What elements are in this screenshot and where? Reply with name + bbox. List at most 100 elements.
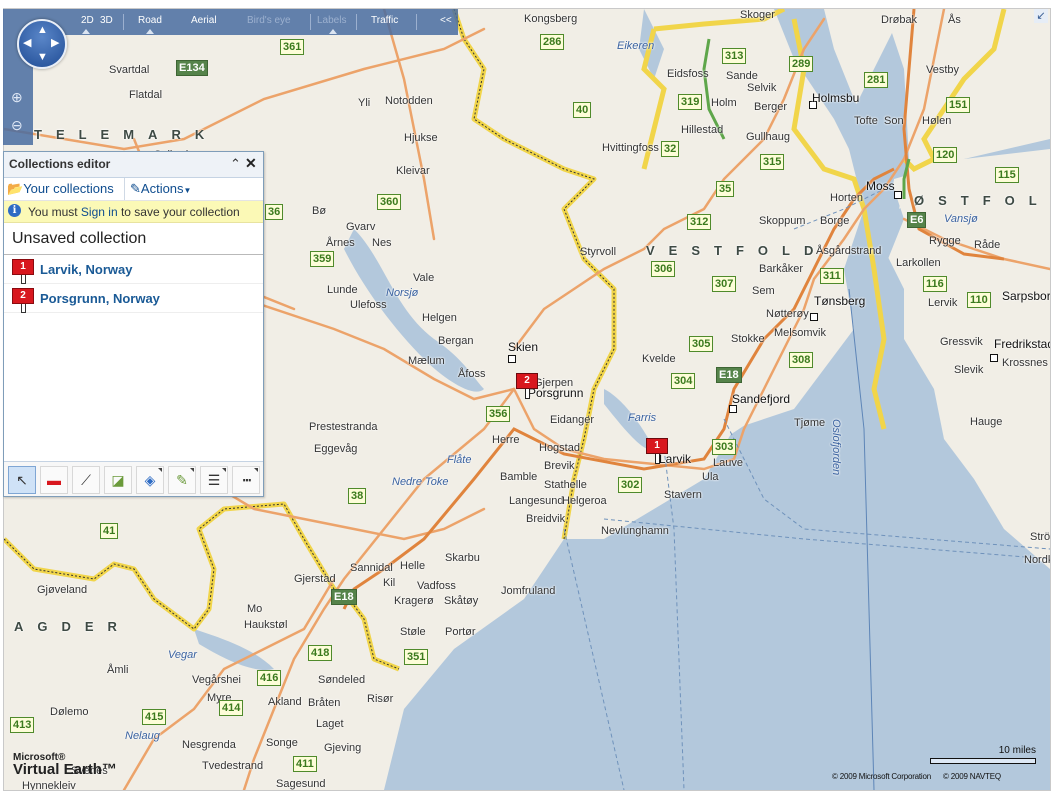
- dropdown-corner: [190, 468, 194, 472]
- place-label: Hjukse: [404, 132, 438, 144]
- place-label: Strö: [1030, 531, 1051, 543]
- road-shield: 315: [760, 154, 785, 170]
- place-label: Tofte: [854, 115, 878, 127]
- draw-polyline-tool[interactable]: ⟋: [72, 466, 100, 494]
- line-width-tool[interactable]: ☰: [200, 466, 228, 494]
- city-label: Sandefjord: [732, 392, 791, 406]
- pushpin-icon: ▬: [47, 472, 61, 488]
- place-label: Mælum: [408, 355, 445, 367]
- water-label: Farris: [628, 412, 657, 424]
- road-shield: 312: [687, 214, 712, 230]
- road-shield: 35: [716, 181, 735, 197]
- place-label: Eidsfoss: [667, 68, 709, 80]
- map-pushpin-larvik[interactable]: 1: [646, 438, 668, 464]
- place-label: Selvik: [747, 82, 777, 94]
- view-3d-button[interactable]: 3D: [100, 15, 113, 26]
- draw-polygon-tool[interactable]: ◪: [104, 466, 132, 494]
- pushpin-icon: 2: [12, 288, 34, 313]
- place-label: Vadfoss: [417, 580, 456, 592]
- panel-title: Collections editor: [9, 157, 111, 171]
- place-label: Gvarv: [346, 221, 376, 233]
- line-color-tool[interactable]: ✎: [168, 466, 196, 494]
- line-style-tool[interactable]: ┅: [232, 466, 260, 494]
- compass-pan-icon[interactable]: ▲ ▼ ◀ ▶: [17, 19, 67, 69]
- collapse-toolbar-button[interactable]: <<: [440, 15, 452, 26]
- place-label: Nøtterøy: [766, 308, 809, 320]
- info-icon: i: [8, 204, 21, 217]
- place-label: Lunde: [327, 284, 358, 296]
- place-label: Portør: [445, 626, 476, 638]
- place-label: Breidvik: [526, 513, 566, 525]
- signin-link[interactable]: Sign in: [81, 205, 118, 219]
- collection-item-link[interactable]: Porsgrunn, Norway: [40, 291, 160, 306]
- pan-right-icon[interactable]: ▶: [51, 38, 59, 49]
- aerial-style-button[interactable]: Aerial: [191, 15, 217, 26]
- road-shield: 304: [671, 373, 696, 389]
- place-label: Nes: [372, 237, 392, 249]
- your-collections-button[interactable]: 📂Your collections: [7, 181, 114, 197]
- collapse-panel-icon[interactable]: ⌃: [230, 156, 241, 172]
- add-pushpin-tool[interactable]: ▬: [40, 466, 68, 494]
- cursor-arrow-icon: ↖: [16, 472, 28, 488]
- labels-toggle[interactable]: Labels: [317, 15, 346, 26]
- fill-color-tool[interactable]: ◈: [136, 466, 164, 494]
- region-label: TELEMARK: [34, 127, 219, 142]
- actions-menu-button[interactable]: ✎Actions▼: [130, 181, 191, 197]
- road-shield: 306: [651, 261, 676, 277]
- place-label: Rygge: [929, 235, 961, 247]
- place-label: Sannidal: [350, 562, 393, 574]
- dropdown-corner: [158, 468, 162, 472]
- road-shield: 40: [573, 102, 592, 118]
- map-pushpin-porsgrunn[interactable]: 2: [516, 373, 538, 399]
- place-label: Risør: [367, 693, 394, 705]
- place-label: Flatdal: [129, 89, 163, 101]
- place-label: Bråten: [308, 697, 341, 709]
- traffic-button[interactable]: Traffic: [371, 15, 398, 26]
- labels-indicator: [329, 29, 337, 34]
- city-marker: [508, 355, 516, 363]
- road-shield: 359: [310, 251, 335, 267]
- place-label: Slevik: [954, 364, 984, 376]
- place-label: Hølen: [922, 115, 952, 127]
- place-label: Yli: [358, 97, 371, 109]
- water-label: Nedre Toke: [392, 476, 449, 488]
- pushpin-icon: 1: [12, 259, 34, 284]
- arrow-down-left-icon[interactable]: ↙: [1034, 9, 1048, 23]
- paint-bucket-icon: ◈: [144, 472, 156, 488]
- place-label: Krossnes: [1002, 357, 1048, 369]
- road-shield: 411: [293, 756, 317, 772]
- view-2d-button[interactable]: 2D: [81, 15, 94, 26]
- dropdown-corner: [254, 468, 258, 472]
- place-label: Laget: [316, 718, 344, 730]
- polygon-icon: ◪: [111, 472, 125, 488]
- road-style-button[interactable]: Road: [138, 15, 162, 26]
- road-shield: 151: [946, 97, 971, 113]
- select-tool[interactable]: ↖: [8, 466, 36, 494]
- city-label: Larvik: [659, 452, 692, 466]
- road-shield: 302: [618, 477, 643, 493]
- divider: [124, 178, 125, 200]
- pan-down-icon[interactable]: ▼: [37, 52, 48, 63]
- place-label: Sande: [726, 70, 758, 82]
- polyline-icon: ⟋: [81, 472, 91, 488]
- place-label: Mo: [247, 603, 263, 615]
- road-shield: 416: [257, 670, 282, 686]
- signin-notice: i You must Sign in to save your collecti…: [4, 201, 263, 223]
- zoom-in-icon[interactable]: ⊕: [11, 90, 25, 104]
- road-shield: 308: [789, 352, 814, 368]
- zoom-out-icon[interactable]: ⊖: [11, 118, 25, 132]
- collection-item[interactable]: 2 Porsgrunn, Norway: [4, 284, 263, 313]
- place-label: Bamble: [500, 471, 538, 483]
- place-label: Ulefoss: [350, 299, 387, 311]
- place-label: Åsgårdstrand: [816, 245, 882, 257]
- pan-up-icon[interactable]: ▲: [37, 25, 48, 36]
- close-icon[interactable]: ✕: [245, 155, 257, 172]
- line-width-icon: ☰: [207, 472, 221, 488]
- collection-item[interactable]: 1 Larvik, Norway: [4, 255, 263, 284]
- collection-name[interactable]: Unsaved collection: [4, 223, 263, 255]
- collection-item-link[interactable]: Larvik, Norway: [40, 262, 133, 277]
- pan-left-icon[interactable]: ◀: [23, 38, 31, 49]
- place-label: Sagesund: [276, 778, 326, 790]
- birds-eye-button[interactable]: Bird's eye: [247, 15, 291, 26]
- road-shield: 361: [280, 39, 305, 55]
